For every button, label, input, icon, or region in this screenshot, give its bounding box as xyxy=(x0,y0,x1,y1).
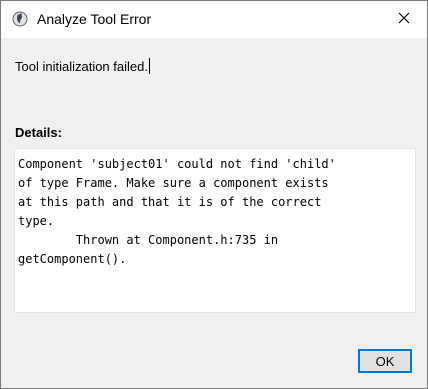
close-icon xyxy=(398,11,410,29)
ok-button[interactable]: OK xyxy=(358,349,412,373)
error-message: Tool initialization failed. xyxy=(15,58,150,74)
details-text: Component 'subject01' could not find 'ch… xyxy=(18,157,336,266)
error-dialog: Analyze Tool Error Tool initialization f… xyxy=(0,0,428,389)
close-button[interactable] xyxy=(390,6,418,34)
title-bar[interactable]: Analyze Tool Error xyxy=(1,1,427,38)
details-text-area[interactable]: Component 'subject01' could not find 'ch… xyxy=(14,148,416,313)
error-message-text: Tool initialization failed. xyxy=(15,59,148,74)
details-label: Details: xyxy=(15,125,62,140)
app-icon xyxy=(12,11,28,27)
window-title: Analyze Tool Error xyxy=(37,11,152,27)
text-caret xyxy=(148,58,150,74)
